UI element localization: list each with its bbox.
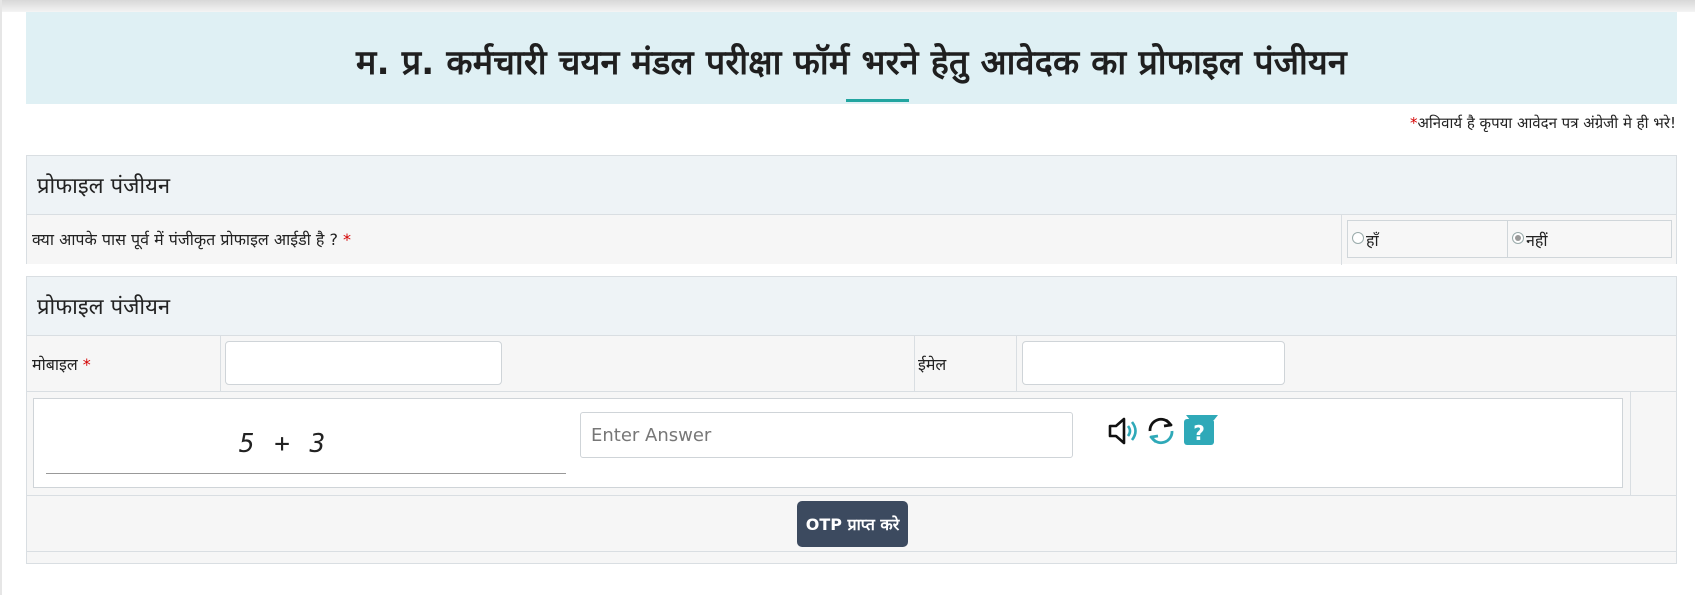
captcha-box: 5 + 3 Enter Answer ?	[33, 398, 1623, 488]
mobile-input[interactable]	[225, 341, 502, 385]
profile-id-question: क्या आपके पास पूर्व में पंजीकृत प्रोफाइल…	[32, 228, 351, 250]
panel-footer-row	[27, 551, 1676, 563]
left-rule	[0, 0, 2, 595]
refresh-icon[interactable]	[1144, 414, 1178, 452]
captcha-underline	[46, 473, 566, 474]
required-asterisk: *	[82, 355, 91, 374]
row-divider	[1630, 392, 1631, 496]
svg-text:?: ?	[1193, 421, 1205, 445]
profile-check-panel: प्रोफाइल पंजीयन क्या आपके पास पूर्व में …	[26, 155, 1677, 265]
radio-yes-label[interactable]: हाँ	[1366, 229, 1379, 251]
radio-no-label[interactable]: नहीं	[1526, 229, 1548, 251]
mobile-label: मोबाइल *	[32, 353, 91, 375]
profile-registration-panel: प्रोफाइल पंजीयन मोबाइल * ईमेल 5 + 3 Ente…	[26, 276, 1677, 564]
speaker-icon[interactable]	[1107, 415, 1141, 451]
profile-id-radio-group: हाँ नहीं	[1347, 220, 1672, 258]
get-otp-button[interactable]: OTP प्राप्त करे	[797, 501, 908, 547]
mandatory-note-text: अनिवार्य है कृपया आवेदन पत्र अंग्रेजी मे…	[1417, 114, 1676, 132]
row-divider	[220, 336, 221, 392]
captcha-answer-input[interactable]	[580, 412, 1073, 458]
page-title: म. प्र. कर्मचारी चयन मंडल परीक्षा फॉर्म …	[356, 43, 1347, 83]
captcha-row: 5 + 3 Enter Answer ?	[27, 391, 1676, 496]
email-input[interactable]	[1022, 341, 1285, 385]
mobile-label-text: मोबाइल	[32, 355, 78, 374]
profile-id-question-row: क्या आपके पास पूर्व में पंजीकृत प्रोफाइल…	[27, 214, 1676, 265]
title-underline	[846, 99, 909, 102]
row-divider	[914, 336, 915, 392]
radio-option-yes[interactable]: हाँ	[1348, 221, 1508, 257]
panel-title: प्रोफाइल पंजीयन	[37, 174, 171, 199]
captcha-expression: 5 + 3	[239, 429, 328, 459]
email-label: ईमेल	[918, 355, 947, 374]
help-icon[interactable]: ?	[1182, 411, 1222, 451]
radio-no[interactable]	[1512, 232, 1524, 244]
profile-id-question-text: क्या आपके पास पूर्व में पंजीकृत प्रोफाइल…	[32, 230, 338, 249]
page-header: म. प्र. कर्मचारी चयन मंडल परीक्षा फॉर्म …	[26, 12, 1677, 104]
required-asterisk: *	[343, 230, 352, 249]
mandatory-note: *अनिवार्य है कृपया आवेदन पत्र अंग्रेजी म…	[1410, 113, 1676, 133]
row-divider	[1016, 336, 1017, 392]
panel-title: प्रोफाइल पंजीयन	[37, 295, 171, 320]
top-shadow	[0, 0, 1695, 12]
contact-row: मोबाइल * ईमेल	[27, 335, 1676, 392]
row-divider	[1341, 215, 1342, 265]
radio-option-no[interactable]: नहीं	[1507, 221, 1672, 257]
radio-yes[interactable]	[1352, 232, 1364, 244]
otp-row: OTP प्राप्त करे	[27, 495, 1676, 551]
